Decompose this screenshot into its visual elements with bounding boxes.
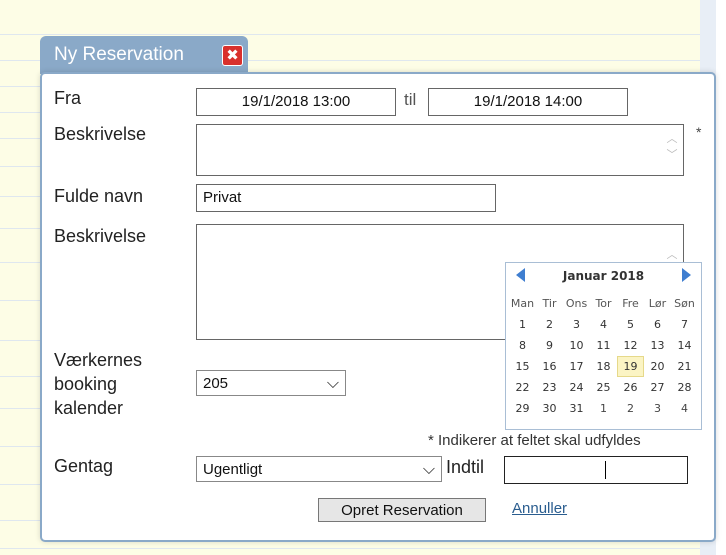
scroll-up-icon[interactable]: ︿ (665, 131, 679, 147)
scroll-down-icon[interactable]: ﹀ (665, 147, 679, 163)
calendar-select[interactable]: 205 ⌵ (196, 370, 346, 396)
calendar-day[interactable]: 19 (617, 356, 644, 377)
next-month-icon[interactable] (682, 268, 691, 282)
calendar-day[interactable]: 17 (563, 356, 590, 377)
until-label: Indtil (446, 457, 485, 477)
calendar-day[interactable]: 3 (644, 398, 671, 419)
calendar-weekday: Fre (622, 297, 639, 310)
calendar-weekday: Lør (648, 297, 667, 310)
calendar-day[interactable]: 16 (536, 356, 563, 377)
calendar-day[interactable]: 3 (563, 314, 590, 335)
calendar-day[interactable]: 11 (590, 335, 617, 356)
calendar-day[interactable]: 1 (509, 314, 536, 335)
repeat-select[interactable]: Ugentligt ⌵ (196, 456, 442, 482)
calendar-day[interactable]: 30 (536, 398, 563, 419)
create-reservation-button[interactable]: Opret Reservation (318, 498, 486, 522)
calendar-label-line2: booking (54, 374, 118, 394)
calendar-day[interactable]: 23 (536, 377, 563, 398)
calendar-day[interactable]: 4 (671, 398, 698, 419)
calendar-weekday: Tor (595, 297, 612, 310)
calendar-day[interactable]: 27 (644, 377, 671, 398)
to-datetime-field[interactable]: 19/1/2018 14:00 (428, 88, 628, 116)
text-cursor (605, 461, 606, 479)
calendar-header: Januar 2018 (506, 263, 701, 289)
chevron-down-icon: ⌵ (422, 461, 435, 478)
background-row (0, 548, 700, 549)
calendar-day[interactable]: 20 (644, 356, 671, 377)
scroll-up-icon[interactable]: ︿ (665, 247, 679, 263)
calendar-weekday: Søn (674, 297, 695, 310)
chevron-down-icon: ⌵ (326, 375, 339, 392)
calendar-day[interactable]: 2 (617, 398, 644, 419)
required-note: * Indikerer at feltet skal udfyldes (428, 432, 641, 449)
calendar-day[interactable]: 13 (644, 335, 671, 356)
calendar-day[interactable]: 25 (590, 377, 617, 398)
page-edge (716, 0, 726, 555)
from-datetime-field[interactable]: 19/1/2018 13:00 (196, 88, 396, 116)
calendar-weekday: Tir (542, 297, 557, 310)
calendar-day[interactable]: 29 (509, 398, 536, 419)
calendar-day[interactable]: 28 (671, 377, 698, 398)
til-label: til (404, 90, 417, 109)
calendar-label-line3: kalender (54, 398, 124, 418)
calendar-day[interactable]: 4 (590, 314, 617, 335)
calendar-day[interactable]: 24 (563, 377, 590, 398)
description-2-label: Beskrivelse (54, 226, 147, 246)
calendar-day[interactable]: 31 (563, 398, 590, 419)
textarea-scroll-arrows[interactable]: ︿ ﹀ (665, 131, 679, 163)
dialog-title: Ny Reservation (54, 44, 184, 65)
calendar-day[interactable]: 5 (617, 314, 644, 335)
calendar-day[interactable]: 15 (509, 356, 536, 377)
cancel-link[interactable]: Annuller (512, 500, 567, 517)
calendar-day[interactable]: 2 (536, 314, 563, 335)
description-textarea[interactable]: ︿ ﹀ (196, 124, 684, 176)
close-icon[interactable]: ✖ (222, 45, 243, 66)
calendar-day[interactable]: 6 (644, 314, 671, 335)
repeat-label: Gentag (54, 456, 114, 476)
required-asterisk: * (696, 124, 702, 140)
calendar-weekday: Man (510, 297, 535, 310)
description-label: Beskrivelse (54, 124, 147, 144)
date-picker-calendar: Januar 2018 Man Tir Ons Tor Fre Lør Søn 1 2 3 4 5 6 7… (505, 262, 702, 430)
calendar-month-title: Januar 2018 (562, 269, 645, 283)
repeat-select-value: Ugentligt (203, 461, 263, 478)
calendar-day[interactable]: 26 (617, 377, 644, 398)
calendar-day[interactable]: 12 (617, 335, 644, 356)
calendar-day[interactable]: 8 (509, 335, 536, 356)
calendar-select-value: 205 (203, 375, 229, 392)
until-date-field[interactable] (504, 456, 688, 484)
calendar-day[interactable]: 22 (509, 377, 536, 398)
background-row (0, 34, 700, 35)
full-name-field[interactable]: Privat (196, 184, 496, 212)
calendar-day[interactable]: 18 (590, 356, 617, 377)
calendar-day[interactable]: 1 (590, 398, 617, 419)
calendar-day[interactable]: 7 (671, 314, 698, 335)
calendar-weekday: Ons (565, 297, 588, 310)
calendar-day[interactable]: 21 (671, 356, 698, 377)
fra-label: Fra (54, 88, 81, 108)
calendar-day[interactable]: 14 (671, 335, 698, 356)
calendar-day[interactable]: 10 (563, 335, 590, 356)
calendar-day[interactable]: 9 (536, 335, 563, 356)
calendar-label-line1: Værkernes (54, 350, 143, 370)
full-name-label: Fulde navn (54, 186, 144, 206)
